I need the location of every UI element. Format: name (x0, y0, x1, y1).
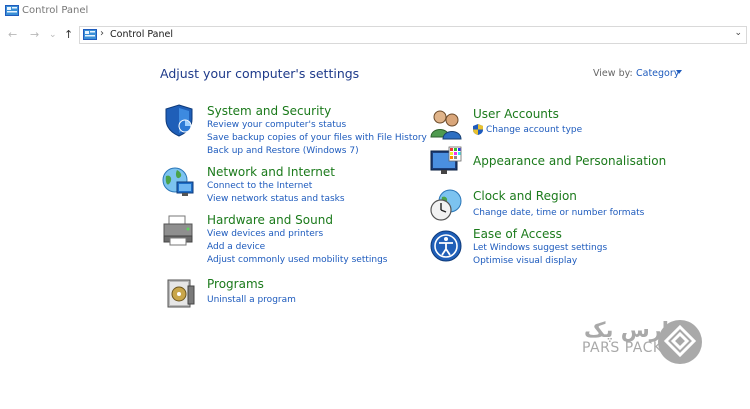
control-panel-icon (83, 29, 97, 40)
ease-of-access-icon[interactable] (429, 229, 463, 263)
breadcrumb-separator: › (100, 28, 104, 39)
view-by-label: View by: (593, 68, 633, 79)
forward-button[interactable]: → (30, 29, 39, 41)
up-button[interactable]: ↑ (64, 29, 73, 41)
appearance-monitor-icon[interactable] (429, 145, 463, 179)
clock-globe-icon[interactable] (429, 188, 463, 222)
link-date-time-formats[interactable]: Change date, time or number formats (473, 208, 644, 218)
category-title-user-accounts[interactable]: User Accounts (473, 107, 559, 121)
address-dropdown-button[interactable]: ⌄ (734, 28, 742, 38)
breadcrumb-control-panel[interactable]: Control Panel (110, 29, 173, 40)
network-globe-icon[interactable] (161, 164, 195, 198)
link-review-status[interactable]: Review your computer's status (207, 120, 346, 130)
pars-pack-logo-icon (658, 320, 702, 364)
link-uninstall-program[interactable]: Uninstall a program (207, 295, 296, 305)
watermark-latin-text: PARS PACK (582, 340, 663, 356)
recent-locations-button[interactable]: ⌄ (49, 29, 57, 41)
link-network-status[interactable]: View network status and tasks (207, 194, 345, 204)
category-title-ease-of-access[interactable]: Ease of Access (473, 227, 562, 241)
link-optimise-display[interactable]: Optimise visual display (473, 256, 577, 266)
printer-icon[interactable] (161, 213, 195, 247)
back-button[interactable]: ← (8, 29, 17, 41)
link-file-history[interactable]: Save backup copies of your files with Fi… (207, 133, 427, 143)
link-suggest-settings[interactable]: Let Windows suggest settings (473, 243, 607, 253)
link-add-device[interactable]: Add a device (207, 242, 265, 252)
category-title-programs[interactable]: Programs (207, 277, 264, 291)
title-bar: Control Panel (0, 0, 750, 24)
control-panel-icon (5, 5, 19, 16)
link-change-account-type[interactable]: Change account type (486, 125, 582, 135)
category-title-clock-region[interactable]: Clock and Region (473, 189, 577, 203)
category-title-hardware-sound[interactable]: Hardware and Sound (207, 213, 333, 227)
shield-icon[interactable] (162, 103, 196, 137)
link-connect-internet[interactable]: Connect to the Internet (207, 181, 312, 191)
window-title: Control Panel (22, 5, 89, 16)
programs-disc-icon[interactable] (164, 276, 198, 310)
category-title-network-internet[interactable]: Network and Internet (207, 165, 335, 179)
category-title-appearance[interactable]: Appearance and Personalisation (473, 154, 666, 168)
link-backup-restore[interactable]: Back up and Restore (Windows 7) (207, 146, 359, 156)
users-icon[interactable] (429, 107, 463, 141)
chevron-down-icon[interactable] (676, 70, 682, 74)
link-devices-printers[interactable]: View devices and printers (207, 229, 323, 239)
uac-shield-icon (473, 124, 483, 135)
link-mobility-settings[interactable]: Adjust commonly used mobility settings (207, 255, 387, 265)
address-bar[interactable]: › Control Panel ⌄ (79, 26, 747, 44)
page-title: Adjust your computer's settings (160, 66, 360, 81)
view-by-dropdown[interactable]: Category (636, 68, 679, 79)
category-title-system-security[interactable]: System and Security (207, 104, 331, 118)
